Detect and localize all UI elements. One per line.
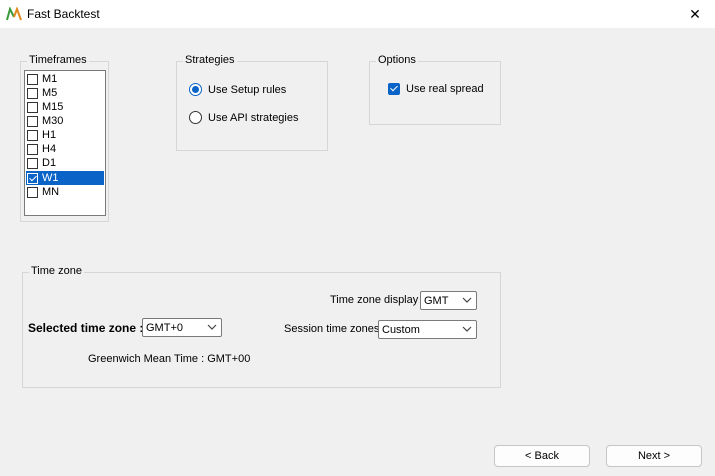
- chevron-down-icon: [207, 324, 217, 330]
- selected-time-zone-label: Selected time zone :: [28, 321, 144, 335]
- selected-time-zone-select[interactable]: GMT+0: [142, 318, 222, 337]
- checkbox[interactable]: [27, 157, 38, 169]
- timeframe-item-mn[interactable]: MN: [26, 185, 104, 199]
- timeframe-item-m30[interactable]: M30: [26, 114, 104, 128]
- option-label: Use Setup rules: [208, 83, 287, 96]
- window-title: Fast Backtest: [27, 7, 100, 21]
- use-real-spread-option[interactable]: Use real spread: [388, 83, 484, 95]
- option-label: Use API strategies: [208, 111, 299, 124]
- chevron-down-icon: [462, 326, 472, 332]
- timeframe-label: M15: [42, 101, 64, 113]
- timeframe-label: MN: [42, 186, 60, 198]
- timeframe-label: W1: [42, 172, 59, 184]
- timeframe-label: M1: [42, 73, 58, 85]
- strategies-group: Strategies: [176, 54, 328, 151]
- session-time-zones-label: Session time zones :: [284, 323, 386, 335]
- timeframe-item-m15[interactable]: M15: [26, 100, 104, 114]
- radio-button[interactable]: [189, 111, 202, 124]
- app-logo-icon: [6, 7, 22, 21]
- checkbox[interactable]: [27, 129, 38, 141]
- timeframe-label: H1: [42, 129, 57, 141]
- select-value: Custom: [382, 323, 420, 336]
- chevron-down-icon: [462, 297, 472, 303]
- timeframe-item-h1[interactable]: H1: [26, 128, 104, 142]
- time-zone-label: Time zone: [29, 265, 84, 277]
- timeframe-label: H4: [42, 143, 57, 155]
- radio-button[interactable]: [189, 83, 202, 96]
- checkbox[interactable]: [27, 87, 38, 99]
- time-zone-display-select[interactable]: GMT: [420, 291, 477, 310]
- use-setup-rules-option[interactable]: Use Setup rules: [189, 83, 286, 96]
- use-api-strategies-option[interactable]: Use API strategies: [189, 111, 299, 124]
- back-button[interactable]: < Back: [494, 445, 590, 467]
- close-icon: ✕: [689, 5, 701, 22]
- checkbox[interactable]: [27, 186, 38, 198]
- timeframe-item-w1[interactable]: W1: [26, 171, 104, 185]
- strategies-label: Strategies: [183, 54, 237, 66]
- timeframes-listbox[interactable]: M1 M5 M15 M30 H1 H4 D1 W1 MN: [24, 70, 106, 216]
- session-time-zones-select[interactable]: Custom: [378, 320, 477, 339]
- timeframe-item-m5[interactable]: M5: [26, 86, 104, 100]
- checkbox[interactable]: [27, 115, 38, 127]
- gmt-info-text: Greenwich Mean Time : GMT+00: [88, 353, 251, 365]
- options-label: Options: [376, 54, 418, 66]
- next-button[interactable]: Next >: [606, 445, 702, 467]
- checkbox[interactable]: [388, 83, 400, 95]
- checkbox[interactable]: [27, 143, 38, 155]
- timeframe-label: D1: [42, 157, 57, 169]
- close-button[interactable]: ✕: [675, 0, 715, 28]
- timeframe-label: M30: [42, 115, 64, 127]
- checkbox[interactable]: [27, 73, 38, 85]
- select-value: GMT: [424, 294, 449, 307]
- title-bar: Fast Backtest ✕: [0, 0, 715, 28]
- option-label: Use real spread: [406, 83, 484, 95]
- select-value: GMT+0: [146, 321, 183, 334]
- timeframes-label: Timeframes: [27, 54, 89, 66]
- checkbox[interactable]: [27, 101, 38, 113]
- timeframe-item-h4[interactable]: H4: [26, 142, 104, 156]
- checkbox[interactable]: [27, 172, 38, 184]
- timeframe-item-d1[interactable]: D1: [26, 156, 104, 170]
- timeframe-label: M5: [42, 87, 58, 99]
- timeframe-item-m1[interactable]: M1: [26, 72, 104, 86]
- time-zone-display-label: Time zone display :: [330, 294, 425, 306]
